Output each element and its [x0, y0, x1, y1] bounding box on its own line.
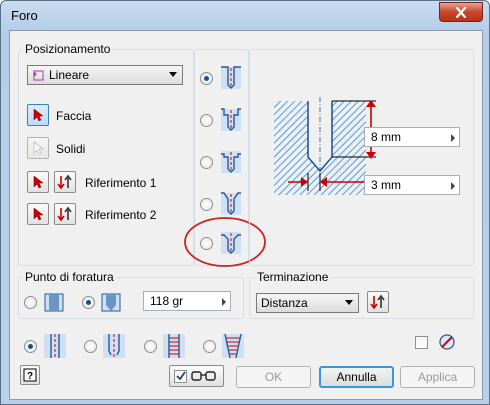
drill-point-group-title: Punto di foratura	[23, 270, 116, 284]
close-icon	[455, 6, 467, 18]
drill-angle-value: 118 gr	[150, 294, 184, 308]
diameter-dimension-arrows	[288, 173, 364, 191]
positioning-group-title: Posizionamento	[23, 42, 113, 56]
hole-type-radio-counterbore[interactable]	[200, 114, 213, 127]
apply-button[interactable]: Applica	[400, 366, 475, 388]
chevron-down-icon	[169, 72, 177, 77]
clearance-hole-icon	[103, 334, 125, 358]
diameter-value: 3 mm	[371, 178, 401, 192]
drill-point-radio-angled[interactable]	[82, 296, 95, 309]
select-arrow-icon	[33, 108, 44, 122]
hole-type-radio-countersink[interactable]	[200, 198, 213, 211]
ref1-select-button[interactable]	[27, 171, 49, 193]
taper-tapped-hole-icon	[222, 333, 244, 359]
angled-drill-point-icon	[101, 293, 121, 312]
counterbore-hole-icon	[221, 108, 241, 131]
flip-direction-icon	[57, 174, 72, 190]
simple-hole-icon	[221, 66, 241, 89]
dialog-window: Foro Posizionamento Lineare Faccia Solid…	[0, 0, 490, 405]
preview-options-checkbox[interactable]	[415, 336, 428, 349]
select-arrow-icon	[33, 141, 45, 155]
thread-radio-drilled[interactable]	[24, 340, 37, 353]
flip-direction-icon	[370, 294, 385, 310]
dialog-title: Foro	[11, 8, 38, 23]
sketch-point-icon	[33, 70, 44, 81]
no-symbol-icon[interactable]	[438, 333, 456, 351]
termination-value: Distanza	[261, 296, 308, 310]
tapped-hole-icon	[163, 334, 185, 358]
drill-point-radio-flat[interactable]	[24, 296, 37, 309]
glasses-preview-toggle[interactable]	[169, 365, 224, 387]
cancel-button[interactable]: Annulla	[319, 366, 394, 388]
select-arrow-icon	[33, 175, 44, 189]
placement-mode-select[interactable]: Lineare	[27, 65, 183, 85]
thread-radio-taper-tapped[interactable]	[203, 340, 216, 353]
drilled-hole-icon	[44, 334, 66, 358]
ref2-select-button[interactable]	[27, 203, 49, 225]
hole-type-radio-simple[interactable]	[200, 72, 213, 85]
help-button[interactable]: ?	[20, 365, 40, 385]
chevron-down-icon	[345, 300, 353, 305]
help-icon: ?	[23, 368, 37, 382]
diameter-input[interactable]: 3 mm	[364, 175, 460, 195]
chevron-right-icon	[451, 134, 455, 142]
svg-text:?: ?	[27, 371, 33, 382]
ref1-label: Riferimento 1	[85, 176, 157, 190]
termination-group-title: Terminazione	[255, 270, 331, 284]
solids-select-button[interactable]	[27, 137, 49, 159]
thread-radio-clearance[interactable]	[84, 340, 97, 353]
checkmark-icon	[175, 371, 186, 381]
chevron-right-icon	[451, 182, 455, 190]
flip-direction-icon	[57, 206, 72, 222]
hole-type-radio-spotface[interactable]	[200, 156, 213, 169]
depth-input[interactable]: 8 mm	[364, 127, 460, 147]
depth-value: 8 mm	[371, 130, 401, 144]
flat-drill-point-icon	[44, 293, 64, 312]
termination-flip-button[interactable]	[367, 291, 389, 313]
ref2-label: Riferimento 2	[85, 208, 157, 222]
dialog-client: Posizionamento Lineare Faccia Solidi Rif…	[9, 30, 483, 400]
thread-radio-tapped[interactable]	[144, 340, 157, 353]
drill-angle-input[interactable]: 118 gr	[143, 291, 231, 311]
glasses-icon	[191, 371, 216, 381]
termination-select[interactable]: Distanza	[256, 293, 359, 313]
select-arrow-icon	[33, 207, 44, 221]
close-button[interactable]	[439, 2, 483, 22]
spotface-hole-icon	[221, 151, 241, 173]
preview-checkbox[interactable]	[174, 369, 187, 383]
countersink-hole-icon	[221, 192, 241, 215]
face-label: Faccia	[56, 109, 92, 123]
solids-label: Solidi	[56, 142, 86, 156]
ok-button[interactable]: OK	[236, 366, 311, 388]
ref2-flip-button[interactable]	[54, 203, 76, 225]
face-select-button[interactable]	[27, 104, 49, 126]
ref1-flip-button[interactable]	[54, 171, 76, 193]
placement-mode-value: Lineare	[49, 68, 90, 82]
chevron-right-icon	[222, 298, 226, 306]
